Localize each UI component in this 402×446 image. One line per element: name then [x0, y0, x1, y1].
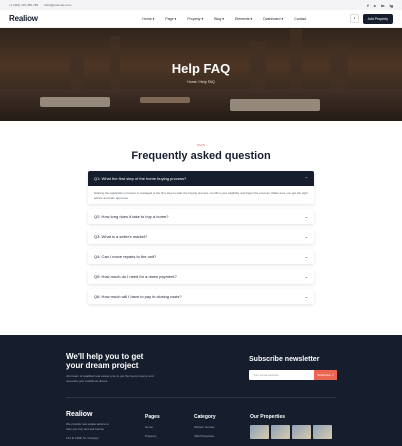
subscribe-button[interactable]: Subscribe ↗	[314, 370, 337, 380]
page-title: Help FAQ	[171, 61, 231, 76]
footer-link-home[interactable]: Home	[145, 425, 160, 429]
faq-question: Q6: How much will I have to pay in closi…	[94, 294, 182, 299]
footer-description: We provide real estate advice to help yo…	[66, 422, 109, 431]
user-icon[interactable]: ◔	[349, 14, 359, 23]
faq-item-2[interactable]: Q2: How long does it take to buy a home?…	[88, 209, 314, 224]
top-bar: +1 (904) 123-456-789 hello@example.com f…	[0, 0, 402, 10]
nav-contact[interactable]: Contact	[294, 17, 306, 21]
newsletter-email-input[interactable]: Your email address	[249, 370, 315, 380]
chevron-down-icon: ⌄	[304, 234, 308, 239]
footer-properties: Our Properties	[250, 414, 332, 439]
footer-category: Category Modern Homes Villa Properties	[194, 414, 216, 443]
nav-dashboard[interactable]: Dashboard ▾	[263, 17, 283, 21]
phone-text[interactable]: +1 (904) 123-456-789	[9, 3, 38, 7]
facebook-icon[interactable]: f	[367, 3, 368, 8]
add-property-button[interactable]: Add Property	[362, 13, 393, 24]
footer-divider	[66, 397, 336, 398]
newsletter-form: Your email address Subscribe ↗	[249, 370, 337, 380]
footer-heading: We'll help you to get your dream project	[66, 352, 144, 370]
email-text[interactable]: hello@example.com	[44, 3, 71, 7]
chevron-up-icon: ⌃	[304, 176, 308, 181]
linkedin-icon[interactable]: in	[381, 3, 385, 8]
footer-link-modern[interactable]: Modern Homes	[194, 425, 216, 429]
faq-tag: FAQS	[196, 143, 205, 147]
faq-question: Q1: What the first step of the home buyi…	[94, 176, 187, 181]
footer-link-property[interactable]: Property	[145, 434, 160, 438]
faq-item-3[interactable]: Q3: What is a seller's market? ⌄	[88, 229, 314, 244]
nav-elements[interactable]: Elements ▾	[235, 17, 252, 21]
property-thumb[interactable]	[292, 425, 311, 439]
site-logo[interactable]: Realiow	[9, 14, 99, 23]
footer-address: 101 E 129th St, Chicago	[66, 436, 99, 440]
category-title: Category	[194, 414, 216, 420]
faq-question: Q3: What is a seller's market?	[94, 234, 148, 239]
faq-item-1[interactable]: Q1: What the first step of the home buyi…	[88, 171, 314, 186]
faq-question: Q4: Can I move repairs to the unit?	[94, 254, 157, 259]
breadcrumb[interactable]: Home / Help FAQ	[0, 80, 402, 84]
hero-banner: Help FAQ Home / Help FAQ	[0, 28, 402, 121]
footer-subtext: Join team of qualified real estate pros …	[66, 374, 154, 383]
nav-menu: Home ▾ Page ▾ Property ▾ Blog ▾ Elements…	[99, 17, 350, 21]
property-thumb[interactable]	[250, 425, 269, 439]
faq-heading: Frequently asked question	[131, 150, 271, 162]
pages-title: Pages	[145, 414, 160, 420]
faq-answer: Starting the application process is mana…	[88, 186, 314, 204]
faq-question: Q5: How much do I need for a down paymen…	[94, 274, 177, 279]
faq-item-4[interactable]: Q4: Can I move repairs to the unit? ⌄	[88, 249, 314, 264]
newsletter-title: Subscribe newsletter	[249, 356, 320, 363]
faq-section: FAQS Frequently asked question Q1: What …	[0, 121, 402, 304]
nav-blog[interactable]: Blog ▾	[214, 17, 224, 21]
main-nav: Realiow Home ▾ Page ▾ Property ▾ Blog ▾ …	[0, 10, 402, 28]
chevron-down-icon: ⌄	[304, 214, 308, 219]
footer-pages: Pages Home Property	[145, 414, 160, 443]
property-thumb[interactable]	[271, 425, 290, 439]
instagram-icon[interactable]: ig	[389, 3, 393, 8]
nav-home[interactable]: Home ▾	[142, 17, 154, 21]
chevron-down-icon: ⌄	[304, 274, 308, 279]
faq-accordion: Q1: What the first step of the home buyi…	[88, 171, 314, 304]
footer-link-villa[interactable]: Villa Properties	[194, 434, 216, 438]
chevron-down-icon: ⌄	[304, 294, 308, 299]
x-icon[interactable]: x	[374, 3, 376, 8]
nav-property[interactable]: Property ▾	[187, 17, 203, 21]
faq-item-6[interactable]: Q6: How much will I have to pay in closi…	[88, 289, 314, 304]
faq-item-5[interactable]: Q5: How much do I need for a down paymen…	[88, 269, 314, 284]
faq-question: Q2: How long does it take to buy a home?	[94, 214, 169, 219]
properties-title: Our Properties	[250, 414, 286, 420]
chevron-down-icon: ⌄	[304, 254, 308, 259]
footer-logo[interactable]: Realiow	[66, 411, 92, 418]
property-thumb[interactable]	[313, 425, 332, 439]
nav-page[interactable]: Page ▾	[165, 17, 176, 21]
footer: We'll help you to get your dream project…	[0, 335, 402, 446]
